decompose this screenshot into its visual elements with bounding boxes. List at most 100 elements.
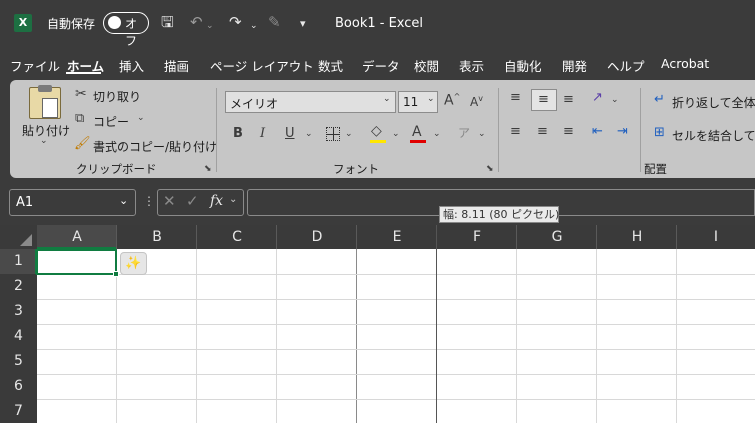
tab-formulas[interactable]: 数式 (318, 56, 343, 75)
merge-center-button[interactable]: セルを結合して中 (672, 127, 755, 144)
selected-cell-a1[interactable] (36, 249, 117, 275)
paste-dropdown-icon[interactable]: ⌄ (40, 136, 48, 146)
align-right-icon[interactable]: ≡ (563, 124, 574, 139)
merge-center-icon[interactable]: ⊞ (654, 125, 665, 140)
row-header-2[interactable]: 2 (0, 278, 37, 294)
align-left-icon[interactable]: ≡ (510, 124, 521, 139)
copy-dropdown-icon[interactable]: ⌄ (137, 113, 145, 123)
phonetic-guide-icon[interactable]: ア (458, 124, 470, 141)
font-color-dropdown-icon[interactable]: ⌄ (433, 129, 441, 139)
underline-button[interactable]: U (285, 126, 295, 141)
tab-automate[interactable]: 自動化 (504, 56, 542, 75)
row-header-6[interactable]: 6 (0, 378, 37, 394)
align-middle-icon: ≡ (538, 92, 549, 107)
undo-icon[interactable]: ↶ (190, 13, 203, 31)
cut-button[interactable]: 切り取り (93, 88, 141, 105)
align-middle-button[interactable]: ≡ (531, 89, 557, 111)
column-header-d[interactable]: D (277, 229, 357, 245)
row-header-5[interactable]: 5 (0, 353, 37, 369)
name-box-dropdown-icon[interactable]: ⌄ (119, 194, 128, 207)
wrap-text-icon[interactable]: ↵ (654, 92, 665, 107)
tab-draw[interactable]: 描画 (164, 56, 189, 75)
tab-page-layout[interactable]: ページ レイアウト (210, 56, 314, 75)
enter-icon[interactable]: ✓ (186, 192, 199, 210)
column-resize-guide (436, 225, 437, 423)
column-header-b[interactable]: B (117, 229, 197, 245)
column-divider (116, 225, 117, 249)
row-header-4[interactable]: 4 (0, 328, 37, 344)
increase-indent-icon[interactable]: ⇥ (617, 124, 628, 139)
format-painter-button[interactable]: 書式のコピー/貼り付け (93, 138, 217, 155)
customize-qat-icon[interactable]: ▾ (300, 15, 306, 33)
align-center-icon[interactable]: ≡ (537, 124, 548, 139)
format-painter-icon[interactable]: ✎ (268, 13, 281, 31)
column-header-h[interactable]: H (597, 229, 677, 245)
paste-icon[interactable] (29, 85, 61, 119)
more-options-icon[interactable]: ⋮ (143, 194, 155, 208)
scissors-icon[interactable]: ✂ (75, 86, 87, 102)
font-name-combo[interactable]: メイリオ ⌄ (225, 91, 396, 113)
redo-dropdown-icon[interactable]: ⌄ (250, 17, 258, 35)
column-header-a[interactable]: A (37, 229, 117, 245)
row-header-7[interactable]: 7 (0, 403, 37, 419)
align-bottom-icon[interactable]: ≡ (563, 92, 574, 107)
borders-icon[interactable] (326, 127, 340, 141)
font-name-dropdown-icon[interactable]: ⌄ (383, 94, 391, 104)
tab-file[interactable]: ファイル (10, 56, 60, 75)
window-title: Book1 - Excel (335, 16, 424, 31)
tab-acrobat[interactable]: Acrobat (661, 56, 709, 71)
fx-dropdown-icon[interactable]: ⌄ (229, 194, 237, 205)
column-divider (676, 225, 677, 249)
phonetic-dropdown-icon[interactable]: ⌄ (478, 129, 486, 139)
format-painter-brush-icon[interactable]: 🖌 (74, 136, 91, 151)
italic-button[interactable]: I (260, 126, 265, 141)
column-width-tooltip: 幅: 8.11 (80 ピクセル) (439, 206, 559, 223)
column-header-c[interactable]: C (197, 229, 277, 245)
tab-developer[interactable]: 開発 (562, 56, 587, 75)
tab-view[interactable]: 表示 (459, 56, 484, 75)
clipboard-launcher-icon[interactable]: ⬊ (204, 164, 212, 174)
copy-button[interactable]: コピー (93, 113, 129, 130)
fill-color-dropdown-icon[interactable]: ⌄ (392, 129, 400, 139)
bold-button[interactable]: B (233, 126, 243, 141)
cancel-icon[interactable]: ✕ (163, 192, 176, 210)
orientation-icon[interactable]: ↗ (592, 90, 603, 105)
redo-icon[interactable]: ↷ (229, 13, 242, 31)
column-header-f[interactable]: F (437, 229, 517, 245)
fill-color-swatch (370, 140, 386, 143)
column-header-i[interactable]: I (677, 229, 755, 245)
tab-data[interactable]: データ (362, 56, 400, 75)
decrease-indent-icon[interactable]: ⇤ (592, 124, 603, 139)
align-top-icon[interactable]: ≡ (510, 90, 521, 105)
border-line (327, 134, 339, 135)
shrink-font-icon[interactable]: Av (470, 94, 483, 109)
font-launcher-icon[interactable]: ⬊ (486, 164, 494, 174)
fill-handle[interactable] (113, 271, 119, 277)
insert-function-button[interactable]: fx (210, 193, 223, 209)
autosave-toggle[interactable]: オフ (103, 12, 149, 48)
tab-help[interactable]: ヘルプ (607, 56, 645, 75)
tab-insert[interactable]: 挿入 (119, 56, 144, 75)
font-color-swatch (410, 140, 426, 143)
row-header-3[interactable]: 3 (0, 303, 37, 319)
column-header-e[interactable]: E (357, 229, 437, 245)
row-header-1[interactable]: 1 (0, 253, 37, 269)
borders-dropdown-icon[interactable]: ⌄ (345, 129, 353, 139)
select-all-corner[interactable] (0, 225, 37, 249)
copy-icon[interactable]: ⧉ (75, 111, 84, 126)
orientation-dropdown-icon[interactable]: ⌄ (611, 95, 619, 105)
font-color-button[interactable]: A (412, 124, 422, 140)
column-header-g[interactable]: G (517, 229, 597, 245)
grow-font-icon[interactable]: A^ (444, 92, 460, 109)
save-icon[interactable]: 🖫 (161, 13, 174, 31)
fill-color-icon[interactable]: ◇ (371, 123, 382, 139)
wrap-text-button[interactable]: 折り返して全体を (672, 94, 755, 111)
font-group-label: フォント (333, 162, 379, 176)
undo-dropdown-icon[interactable]: ⌄ (206, 17, 214, 35)
gridline-horizontal (37, 349, 755, 350)
tab-review[interactable]: 校閲 (414, 56, 439, 75)
font-size-dropdown-icon[interactable]: ⌄ (427, 94, 435, 104)
underline-dropdown-icon[interactable]: ⌄ (305, 129, 313, 139)
font-size-combo[interactable]: 11 ⌄ (398, 91, 438, 113)
quick-analysis-icon[interactable]: ✨ (120, 252, 147, 275)
